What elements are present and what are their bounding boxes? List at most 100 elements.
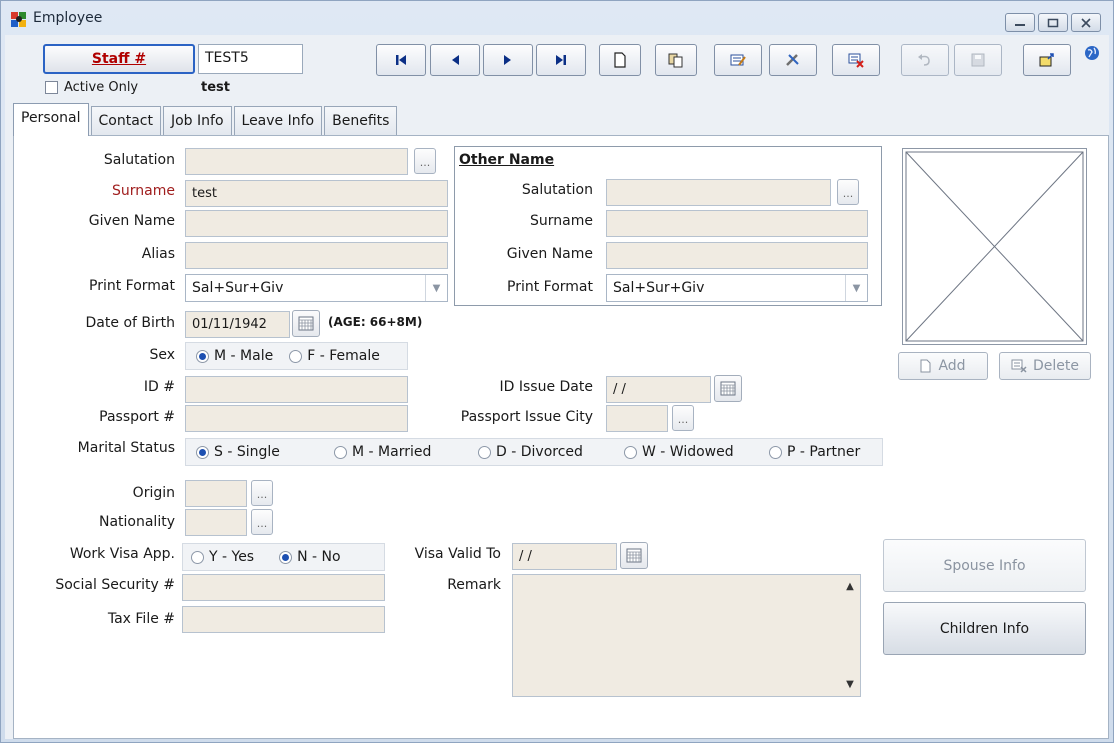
given-name-field[interactable] — [185, 210, 448, 237]
id-issue-date-field[interactable]: / / — [606, 376, 711, 403]
tab-leave-info[interactable]: Leave Info — [233, 106, 323, 136]
visa-valid-to-field[interactable]: / / — [512, 543, 617, 570]
work-visa-yes-option[interactable]: Y - Yes — [191, 549, 254, 565]
other-salutation-lookup-button[interactable]: ... — [837, 179, 859, 205]
dob-field[interactable]: 01/11/1942 — [185, 311, 290, 338]
dob-calendar-button[interactable] — [292, 310, 320, 337]
maximize-button[interactable] — [1038, 13, 1068, 32]
nationality-field[interactable] — [185, 509, 247, 536]
nationality-lookup-button[interactable]: ... — [251, 509, 273, 535]
visa-valid-calendar-button[interactable] — [620, 542, 648, 569]
tab-benefits[interactable]: Benefits — [324, 106, 398, 136]
delete-record-button[interactable] — [832, 44, 880, 76]
save-button[interactable] — [954, 44, 1002, 76]
marital-status-label: Marital Status — [77, 440, 175, 456]
other-surname-field[interactable] — [606, 210, 868, 237]
first-record-button[interactable] — [376, 44, 426, 76]
radio-selected-icon[interactable] — [279, 550, 293, 564]
marital-married-option[interactable]: M - Married — [334, 444, 478, 460]
origin-field[interactable] — [185, 480, 247, 507]
edit-record-button[interactable] — [714, 44, 762, 76]
remark-scrollbar[interactable]: ▲ ▼ — [840, 575, 860, 696]
scroll-down-icon[interactable]: ▼ — [846, 679, 854, 690]
tax-file-field[interactable] — [182, 606, 385, 633]
radio-unselected-icon[interactable] — [624, 445, 637, 459]
tab-job-info[interactable]: Job Info — [162, 106, 232, 136]
radio-unselected-icon[interactable] — [289, 349, 303, 363]
social-security-field[interactable] — [182, 574, 385, 601]
passport-issue-city-field[interactable] — [606, 405, 668, 432]
undo-button[interactable] — [901, 44, 949, 76]
radio-selected-icon[interactable] — [196, 349, 209, 363]
other-print-format-select[interactable]: Sal+Sur+Giv ▼ — [606, 274, 868, 302]
photo-delete-button[interactable]: Delete — [999, 352, 1091, 380]
marital-widowed-label: W - Widowed — [642, 444, 734, 460]
undo-icon — [918, 54, 930, 66]
calendar-icon — [626, 548, 642, 563]
work-visa-yes-label: Y - Yes — [209, 549, 255, 565]
active-only-checkbox[interactable]: Active Only — [45, 80, 138, 95]
staff-number-button[interactable]: Staff # — [43, 44, 195, 74]
marital-widowed-option[interactable]: W - Widowed — [624, 444, 769, 460]
other-surname-label: Surname — [530, 213, 593, 229]
radio-unselected-icon[interactable] — [478, 445, 491, 459]
marital-divorced-label: D - Divorced — [496, 444, 583, 460]
sex-label: Sex — [149, 347, 175, 363]
origin-lookup-button[interactable]: ... — [251, 480, 273, 506]
new-record-icon — [614, 52, 626, 68]
sex-female-option[interactable]: F - Female — [289, 348, 380, 364]
surname-field[interactable]: test — [185, 180, 448, 207]
close-button[interactable] — [1071, 13, 1101, 32]
id-field[interactable] — [185, 376, 408, 403]
globe-icon[interactable] — [1084, 45, 1100, 61]
origin-label: Origin — [132, 485, 175, 501]
salutation-field[interactable] — [185, 148, 408, 175]
scroll-up-icon[interactable]: ▲ — [846, 581, 854, 592]
chevron-down-icon[interactable]: ▼ — [845, 275, 867, 301]
other-name-group: Other Name Salutation ... Surname Given … — [454, 146, 882, 306]
radio-selected-icon[interactable] — [196, 445, 209, 459]
other-given-name-field[interactable] — [606, 242, 868, 269]
marital-divorced-option[interactable]: D - Divorced — [478, 444, 624, 460]
chevron-down-icon[interactable]: ▼ — [425, 275, 447, 301]
tab-personal[interactable]: Personal — [13, 103, 89, 136]
marital-single-option[interactable]: S - Single — [196, 444, 334, 460]
print-format-label: Print Format — [89, 278, 175, 294]
children-info-button[interactable]: Children Info — [883, 602, 1086, 655]
radio-unselected-icon[interactable] — [334, 445, 347, 459]
work-visa-no-option[interactable]: N - No — [279, 549, 341, 565]
visa-valid-to-label: Visa Valid To — [414, 546, 501, 562]
prev-record-button[interactable] — [430, 44, 480, 76]
export-button[interactable] — [1023, 44, 1071, 76]
radio-unselected-icon[interactable] — [769, 445, 782, 459]
sex-male-option[interactable]: M - Male — [196, 348, 273, 364]
id-issue-date-calendar-button[interactable] — [714, 375, 742, 402]
alias-field[interactable] — [185, 242, 448, 269]
passport-city-lookup-button[interactable]: ... — [672, 405, 694, 431]
active-only-check-box[interactable] — [45, 81, 58, 94]
next-record-button[interactable] — [483, 44, 533, 76]
new-record-button[interactable] — [599, 44, 641, 76]
copy-record-button[interactable] — [655, 44, 697, 76]
last-record-button[interactable] — [536, 44, 586, 76]
empty-photo-placeholder-icon — [905, 151, 1084, 342]
passport-label: Passport # — [99, 409, 175, 425]
spouse-info-button[interactable]: Spouse Info — [883, 539, 1086, 592]
minimize-button[interactable] — [1005, 13, 1035, 32]
employee-photo[interactable] — [902, 148, 1087, 345]
tools-button[interactable] — [769, 44, 817, 76]
print-format-select[interactable]: Sal+Sur+Giv ▼ — [185, 274, 448, 302]
photo-add-button[interactable]: Add — [898, 352, 988, 380]
marital-partner-option[interactable]: P - Partner — [769, 444, 860, 460]
staff-number-input[interactable]: TEST5 — [198, 44, 303, 74]
copy-record-icon — [668, 53, 683, 68]
salutation-lookup-button[interactable]: ... — [414, 148, 436, 174]
radio-unselected-icon[interactable] — [191, 550, 204, 564]
passport-field[interactable] — [185, 405, 408, 432]
tab-contact[interactable]: Contact — [90, 106, 161, 136]
remark-textarea[interactable]: ▲ ▼ — [512, 574, 861, 697]
remark-label: Remark — [447, 577, 501, 593]
edit-record-icon — [730, 54, 746, 66]
other-salutation-field[interactable] — [606, 179, 831, 206]
maximize-icon — [1047, 18, 1059, 27]
